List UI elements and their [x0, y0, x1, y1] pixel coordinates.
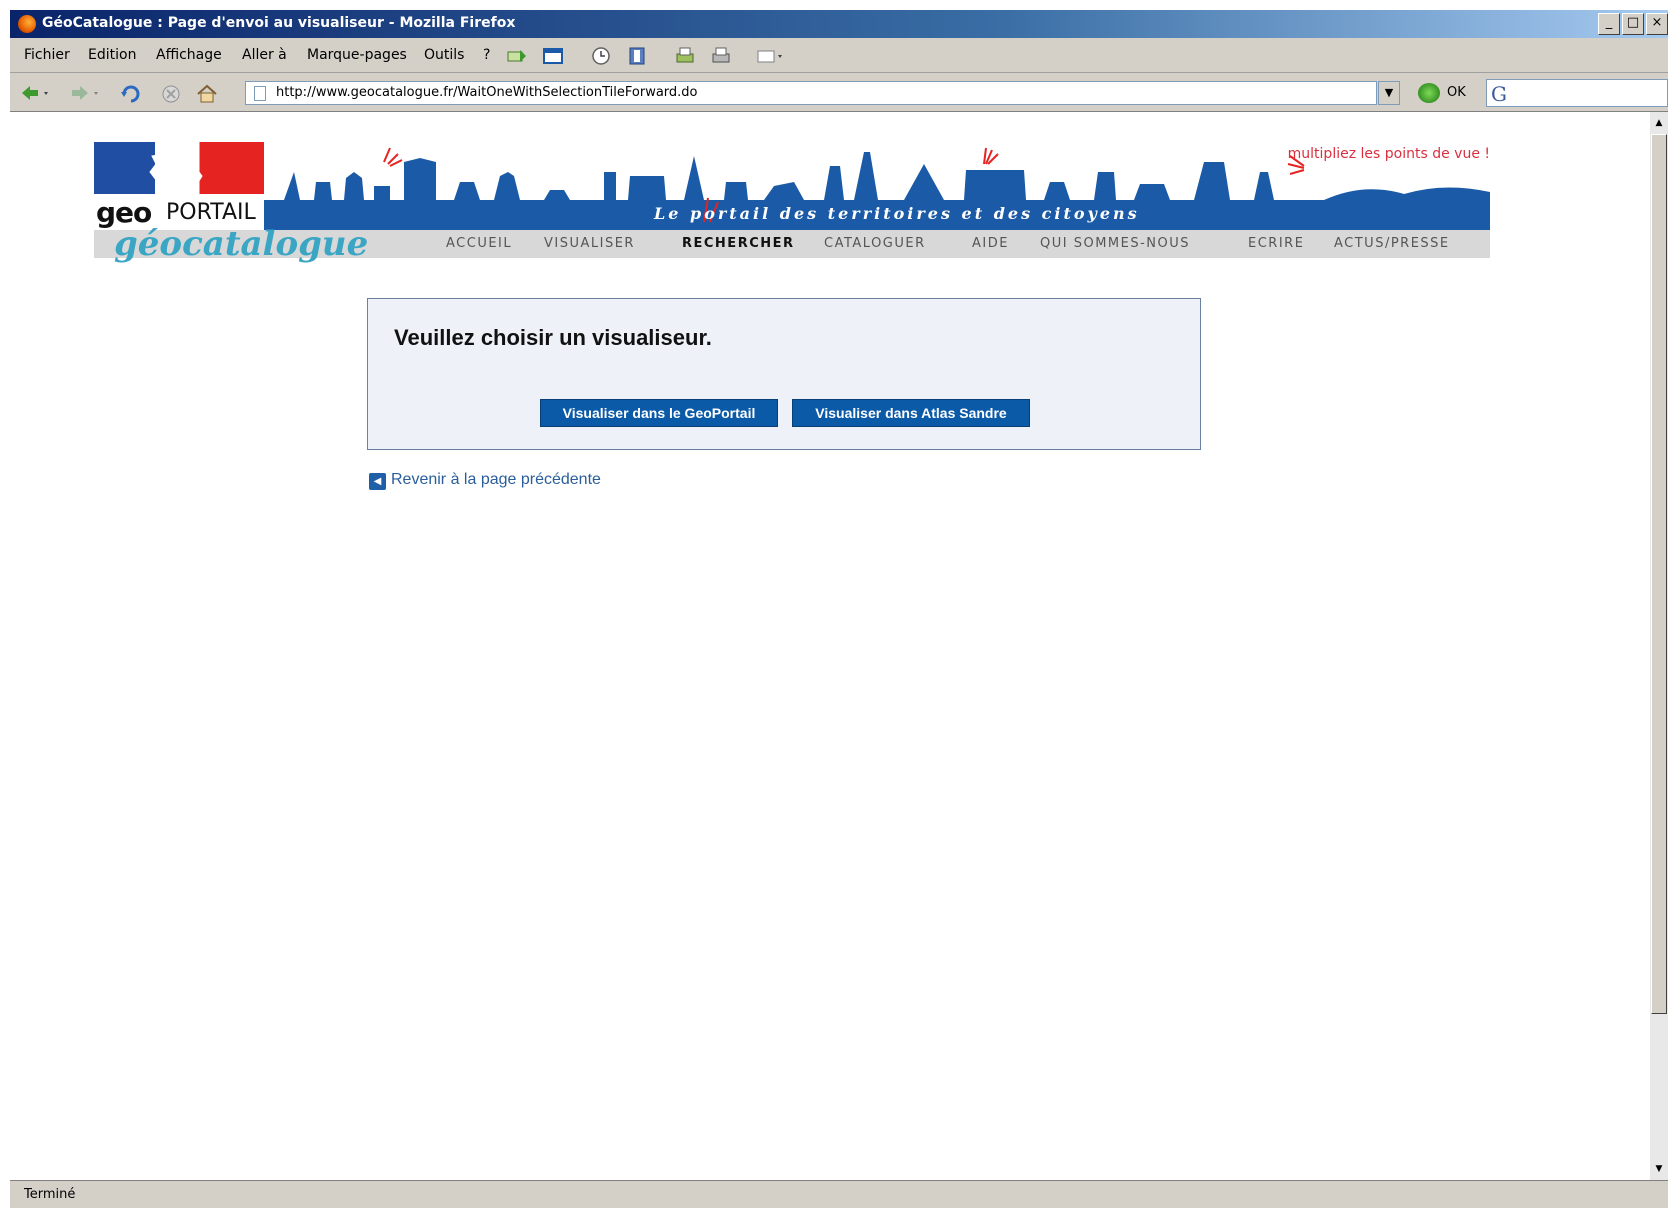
menu-aller-a[interactable]: Aller à: [242, 47, 287, 63]
page-icon: [254, 86, 266, 101]
new-window-icon[interactable]: [542, 46, 564, 66]
browser-window: GéoCatalogue : Page d'envoi au visualise…: [10, 10, 1668, 1208]
nav-aide[interactable]: AIDE: [972, 236, 1009, 251]
url-field[interactable]: http://www.geocatalogue.fr/WaitOneWithSe…: [245, 81, 1377, 105]
bookmarks-icon[interactable]: [626, 46, 648, 66]
viewer-choice-panel: Veuillez choisir un visualiseur. Visuali…: [367, 298, 1201, 450]
go-icon[interactable]: [1418, 83, 1440, 103]
menu-aide[interactable]: ?: [483, 47, 490, 63]
google-search-icon: G: [1491, 82, 1507, 106]
banner-slogan: multipliez les points de vue !: [1287, 146, 1490, 162]
status-text: Terminé: [24, 1187, 76, 1202]
menu-marque-pages[interactable]: Marque-pages: [307, 47, 407, 63]
go-label[interactable]: OK: [1447, 85, 1466, 100]
search-input[interactable]: G: [1486, 79, 1668, 107]
nav-cataloguer[interactable]: CATALOGUER: [824, 236, 926, 251]
window-controls: _ □ ×: [1596, 13, 1668, 35]
history-icon[interactable]: [590, 46, 612, 66]
maximize-button[interactable]: □: [1622, 13, 1644, 35]
nav-accueil[interactable]: ACCUEIL: [446, 236, 512, 251]
geoportail-viewer-button[interactable]: Visualiser dans le GeoPortail: [540, 399, 778, 427]
nav-visualiser[interactable]: VISUALISER: [544, 236, 635, 251]
back-chevron-icon: ◀: [369, 473, 386, 490]
status-bar: Terminé: [10, 1180, 1668, 1209]
site-nav: géocatalogue ACCUEIL VISUALISER RECHERCH…: [94, 224, 1490, 264]
scrollbar-thumb[interactable]: [1651, 134, 1667, 1014]
back-link-label[interactable]: Revenir à la page précédente: [391, 471, 601, 489]
menu-edition[interactable]: Edition: [88, 47, 136, 63]
print-preview-icon[interactable]: [674, 46, 696, 66]
brand-geocatalogue[interactable]: géocatalogue: [114, 224, 368, 264]
close-button[interactable]: ×: [1646, 13, 1668, 35]
back-arrow-icon[interactable]: [20, 83, 48, 103]
menu-affichage[interactable]: Affichage: [156, 47, 222, 63]
print-icon[interactable]: [710, 46, 732, 66]
atlas-sandre-viewer-button[interactable]: Visualiser dans Atlas Sandre: [792, 399, 1030, 427]
scroll-down-icon[interactable]: ▼: [1651, 1160, 1667, 1178]
menu-outils[interactable]: Outils: [424, 47, 464, 63]
nav-rechercher[interactable]: RECHERCHER: [682, 236, 795, 251]
forward-arrow-icon[interactable]: [70, 83, 98, 103]
send-page-icon[interactable]: [756, 46, 782, 66]
nav-ecrire[interactable]: ECRIRE: [1248, 236, 1304, 251]
url-dropdown-button[interactable]: ▼: [1378, 81, 1400, 105]
navigation-toolbar: http://www.geocatalogue.fr/WaitOneWithSe…: [10, 75, 1668, 112]
home-icon[interactable]: [196, 83, 217, 103]
url-text: http://www.geocatalogue.fr/WaitOneWithSe…: [276, 85, 698, 100]
banner-tagline: Le portail des territoires et des citoye…: [654, 204, 1140, 223]
mail-icon[interactable]: [506, 46, 528, 66]
nav-qui-sommes-nous[interactable]: QUI SOMMES-NOUS: [1040, 236, 1190, 251]
firefox-icon: [18, 15, 36, 33]
title-bar: GéoCatalogue : Page d'envoi au visualise…: [10, 10, 1668, 38]
france-map-icon: [149, 147, 203, 199]
menu-bar: Fichier Edition Affichage Aller à Marque…: [10, 40, 1668, 73]
reload-icon[interactable]: [120, 83, 140, 103]
vertical-scrollbar[interactable]: ▲ ▼: [1650, 112, 1668, 1180]
minimize-button[interactable]: _: [1598, 13, 1620, 35]
page-content: geo PORTAIL multipliez les points de vue…: [10, 112, 1650, 1180]
stop-icon[interactable]: [160, 83, 180, 103]
window-title: GéoCatalogue : Page d'envoi au visualise…: [42, 15, 516, 31]
flag-logo: [94, 142, 264, 200]
nav-actus-presse[interactable]: ACTUS/PRESSE: [1334, 236, 1450, 251]
choice-prompt: Veuillez choisir un visualiseur.: [394, 325, 712, 350]
scroll-up-icon[interactable]: ▲: [1651, 114, 1667, 132]
site-banner: geo PORTAIL multipliez les points de vue…: [94, 142, 1490, 264]
menu-fichier[interactable]: Fichier: [24, 47, 70, 63]
logo-portail-text: PORTAIL: [166, 200, 256, 225]
